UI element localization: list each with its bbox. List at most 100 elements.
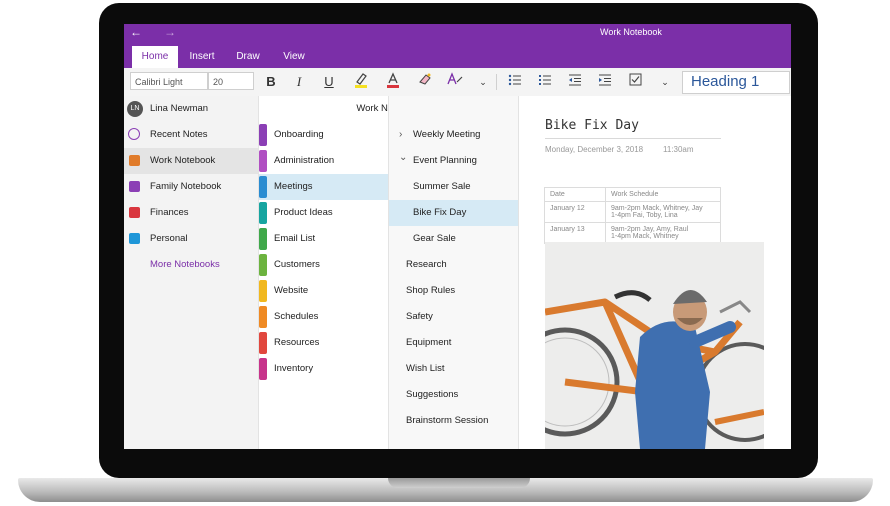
bike-photo[interactable]	[545, 242, 764, 449]
section-tab[interactable]: Onboarding	[259, 122, 389, 148]
page-label: Shop Rules	[406, 285, 456, 296]
font-name-field[interactable]: Calibri Light	[130, 72, 208, 90]
numbering-icon[interactable]	[536, 72, 554, 92]
section-color-tab	[259, 280, 267, 302]
work-schedule-table[interactable]: Date Work Schedule January 12 9am-2pm Ma…	[544, 187, 721, 244]
section-color-tab	[259, 228, 267, 250]
section-tab[interactable]: Administration	[259, 148, 389, 174]
page-label: Wish List	[406, 363, 445, 374]
notebook-label: Finances	[150, 207, 189, 218]
title-bar: ← → Work Notebook	[124, 24, 791, 42]
text-style-icon[interactable]	[446, 72, 464, 92]
page-label: Research	[406, 259, 447, 270]
notebook-icon	[129, 155, 140, 166]
cell-line: 9am-2pm Mack, Whitney, Jay	[611, 205, 703, 212]
section-tab[interactable]: Resources	[259, 330, 389, 356]
section-label: Product Ideas	[274, 207, 333, 218]
page-label: Event Planning	[413, 155, 477, 166]
notebook-icon	[129, 207, 140, 218]
section-tab[interactable]: Inventory	[259, 356, 389, 382]
section-color-tab	[259, 358, 267, 380]
font-color-icon[interactable]	[384, 72, 402, 92]
ribbon-tabs: Home Insert Draw View	[124, 42, 791, 68]
underline-icon[interactable]: U	[320, 72, 338, 92]
page-label: Weekly Meeting	[413, 129, 481, 140]
page-item-bike-fix-day[interactable]: Bike Fix Day	[389, 200, 519, 226]
note-canvas[interactable]: Bike Fix Day Monday, December 3, 2018 11…	[518, 96, 791, 449]
paragraph-style-box[interactable]: Heading 1	[682, 71, 790, 94]
section-label: Schedules	[274, 311, 319, 322]
notebook-item-family-notebook[interactable]: Family Notebook	[124, 174, 258, 200]
italic-icon[interactable]: I	[290, 72, 308, 92]
notebook-pane: LN Lina Newman Recent Notes Work Noteboo…	[124, 96, 258, 449]
table-row: January 12 9am-2pm Mack, Whitney, Jay 1-4…	[544, 201, 721, 223]
notebook-item-personal[interactable]: Personal	[124, 226, 258, 252]
section-label: Customers	[274, 259, 320, 270]
table-cell: January 12	[544, 201, 606, 223]
onenote-window: ← → Work Notebook Home Insert Draw View …	[124, 24, 791, 449]
font-size-field[interactable]: 20	[208, 72, 254, 90]
more-notebooks-link[interactable]: More Notebooks	[150, 252, 220, 278]
page-date: Monday, December 3, 2018	[545, 145, 644, 154]
chevron-down-icon[interactable]: ⌄	[399, 145, 407, 171]
page-item-summer-sale[interactable]: Summer Sale	[389, 174, 519, 200]
formatting-toolbar: Calibri Light 20 B I U ⌄ ⌄ Heading 1	[124, 68, 791, 97]
page-item-brainstorm-session[interactable]: Brainstorm Session	[389, 408, 519, 434]
tab-draw[interactable]: Draw	[228, 46, 268, 68]
section-color-tab	[259, 332, 267, 354]
page-title[interactable]: Bike Fix Day	[545, 118, 639, 133]
section-color-tab	[259, 176, 267, 198]
section-tab[interactable]: Email List	[259, 226, 389, 252]
chevron-down-icon[interactable]: ⌄	[658, 72, 672, 92]
page-item-gear-sale[interactable]: Gear Sale	[389, 226, 519, 252]
section-color-tab	[259, 150, 267, 172]
page-item-wish-list[interactable]: Wish List	[389, 356, 519, 382]
back-arrow-icon[interactable]: ←	[130, 25, 142, 39]
notebook-item-work-notebook[interactable]: Work Notebook	[124, 148, 258, 174]
section-tab[interactable]: Customers	[259, 252, 389, 278]
highlighter-icon[interactable]	[352, 72, 370, 92]
notebook-label: Recent Notes	[150, 129, 208, 140]
table-cell: 9am-2pm Jay, Amy, Raul 1-4pm Mack, Whitne…	[605, 222, 721, 244]
table-header: Work Schedule	[605, 187, 721, 202]
section-color-tab	[259, 124, 267, 146]
table-cell: January 13	[544, 222, 606, 244]
indent-icon[interactable]	[596, 72, 614, 92]
tab-home[interactable]: Home	[132, 46, 178, 68]
page-item-weekly-meeting[interactable]: › Weekly Meeting	[389, 122, 519, 148]
avatar: LN	[127, 101, 143, 117]
page-item-equipment[interactable]: Equipment	[389, 330, 519, 356]
section-tab[interactable]: Schedules	[259, 304, 389, 330]
page-pane: › Weekly Meeting ⌄ Event Planning Summer…	[388, 96, 519, 449]
user-account[interactable]: LN Lina Newman	[124, 96, 258, 122]
page-item-research[interactable]: Research	[389, 252, 519, 278]
tab-insert[interactable]: Insert	[182, 46, 222, 68]
chevron-down-icon[interactable]: ⌄	[476, 72, 490, 92]
section-tab[interactable]: Website	[259, 278, 389, 304]
section-label: Inventory	[274, 363, 314, 374]
bold-icon[interactable]: B	[262, 72, 280, 92]
notebook-icon	[129, 181, 140, 192]
table-header: Date	[544, 187, 606, 202]
laptop-notch	[388, 478, 530, 488]
clear-formatting-icon[interactable]	[416, 72, 434, 92]
section-label: Onboarding	[274, 129, 324, 140]
checkbox-icon[interactable]	[626, 72, 644, 92]
outdent-icon[interactable]	[566, 72, 584, 92]
notebook-item-finances[interactable]: Finances	[124, 200, 258, 226]
notebook-label: Family Notebook	[150, 181, 222, 192]
section-label: Email List	[274, 233, 316, 244]
bullets-icon[interactable]	[506, 72, 524, 92]
section-tab[interactable]: Product Ideas	[259, 200, 389, 226]
page-item-safety[interactable]: Safety	[389, 304, 519, 330]
page-item-shop-rules[interactable]: Shop Rules	[389, 278, 519, 304]
page-item-event-planning[interactable]: ⌄ Event Planning	[389, 148, 519, 174]
notebook-item-recent-notes[interactable]: Recent Notes	[124, 122, 258, 148]
tab-view[interactable]: View	[274, 46, 314, 68]
section-tab[interactable]: Meetings	[259, 174, 389, 200]
page-item-suggestions[interactable]: Suggestions	[389, 382, 519, 408]
section-color-tab	[259, 202, 267, 224]
forward-arrow-icon[interactable]: →	[164, 25, 176, 39]
notebook-icon	[129, 233, 140, 244]
clock-icon	[128, 128, 140, 140]
